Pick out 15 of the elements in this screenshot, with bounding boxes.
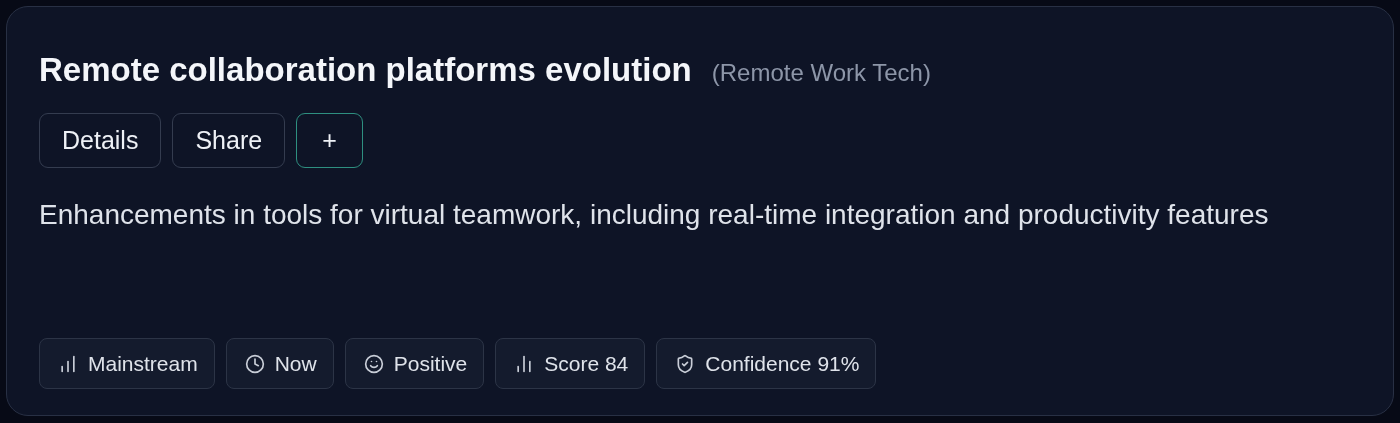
tag-label: Mainstream — [88, 351, 198, 376]
clock-icon — [244, 353, 265, 374]
action-button[interactable]: Share — [172, 113, 286, 168]
description: Enhancements in tools for virtual teamwork, including real-time integration and productivity features — [39, 198, 1270, 232]
tag-label: Now — [274, 351, 317, 376]
action-button[interactable]: Details — [39, 113, 162, 168]
category-label: (Remote Work Tech) — [711, 59, 931, 87]
add-button[interactable]: + — [296, 113, 364, 168]
tag-label: Positive — [393, 351, 468, 376]
card-title: Remote collaboration platforms evolution — [39, 51, 692, 89]
smiley-icon — [363, 353, 384, 374]
tag-label: Confidence 91% — [705, 351, 860, 376]
shield-check-icon — [675, 353, 696, 374]
bar-chart-icon — [58, 353, 78, 374]
tag-label: Score 84 — [544, 351, 629, 376]
